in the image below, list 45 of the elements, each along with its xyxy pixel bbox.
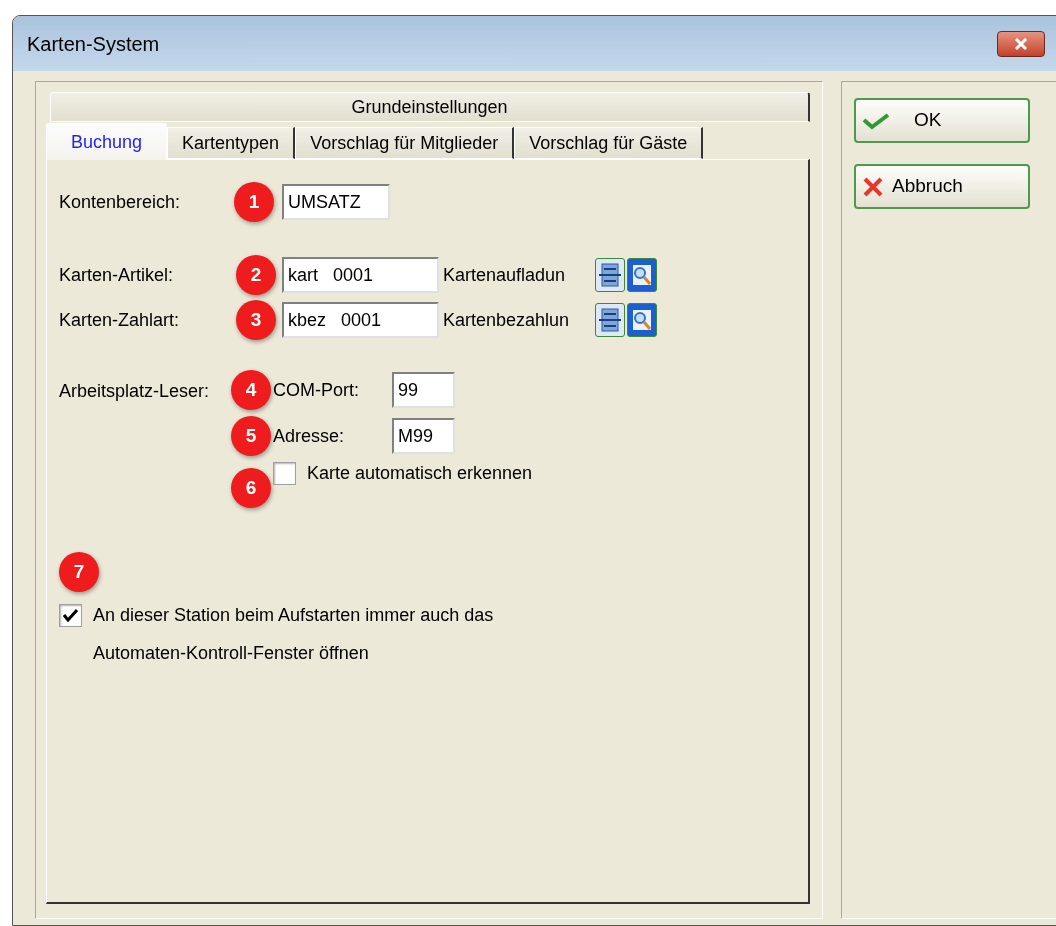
description-text: Kartenbezahlun bbox=[443, 308, 571, 332]
number-marker: 4 bbox=[231, 370, 271, 410]
close-icon bbox=[1014, 37, 1028, 50]
field-label: Arbeitsplatz-Leser: bbox=[59, 380, 211, 403]
list-button[interactable] bbox=[595, 258, 625, 292]
input-field[interactable]: kbez 0001 bbox=[282, 302, 439, 338]
input-field[interactable]: UMSATZ bbox=[282, 184, 390, 220]
checkbox-label: An dieser Station beim Aufstarten immer auch das Automaten-Kontroll-Fenster öffnen bbox=[93, 604, 494, 665]
input-field[interactable]: M99 bbox=[392, 418, 455, 454]
field-label: Kontenbereich: bbox=[59, 190, 182, 214]
input-field[interactable]: kart 0001 bbox=[282, 257, 439, 293]
search-icon bbox=[631, 263, 653, 287]
field-label: COM-Port: bbox=[273, 378, 360, 402]
tab[interactable]: Buchung bbox=[46, 123, 168, 160]
search-button[interactable] bbox=[627, 258, 657, 292]
description-text: Kartenaufladun bbox=[443, 263, 567, 287]
checkbox[interactable] bbox=[59, 604, 82, 627]
check-icon bbox=[63, 609, 78, 622]
field-label: Adresse: bbox=[273, 424, 346, 448]
list-icon bbox=[599, 307, 621, 333]
tab[interactable]: Vorschlag für Mitglieder bbox=[295, 127, 515, 159]
tab[interactable]: Grundeinstellungen bbox=[50, 92, 810, 122]
cross-icon bbox=[862, 176, 884, 197]
number-marker: 1 bbox=[234, 182, 274, 222]
tab[interactable]: Kartentypen bbox=[167, 127, 296, 159]
number-marker: 5 bbox=[231, 416, 271, 456]
dialog-button[interactable]: Abbruch bbox=[854, 164, 1030, 209]
search-button[interactable] bbox=[627, 303, 657, 337]
number-marker: 2 bbox=[236, 255, 276, 295]
field-label: Karten-Zahlart: bbox=[59, 308, 181, 332]
number-marker: 7 bbox=[59, 552, 99, 592]
field-label: Karten-Artikel: bbox=[59, 263, 175, 287]
list-button[interactable] bbox=[595, 303, 625, 337]
number-marker: 6 bbox=[231, 468, 271, 508]
dialog-button[interactable]: OK bbox=[854, 98, 1030, 143]
tab[interactable]: Vorschlag für Gäste bbox=[514, 127, 704, 159]
list-icon bbox=[599, 262, 621, 288]
search-icon bbox=[631, 308, 653, 332]
checkbox-label: Karte automatisch erkennen bbox=[307, 462, 533, 485]
window-title: Karten-System bbox=[27, 31, 160, 57]
close-button[interactable] bbox=[997, 30, 1045, 57]
checkmark-icon bbox=[862, 111, 890, 130]
input-field[interactable]: 99 bbox=[392, 372, 455, 408]
number-marker: 3 bbox=[236, 300, 276, 340]
checkbox[interactable] bbox=[273, 462, 296, 485]
